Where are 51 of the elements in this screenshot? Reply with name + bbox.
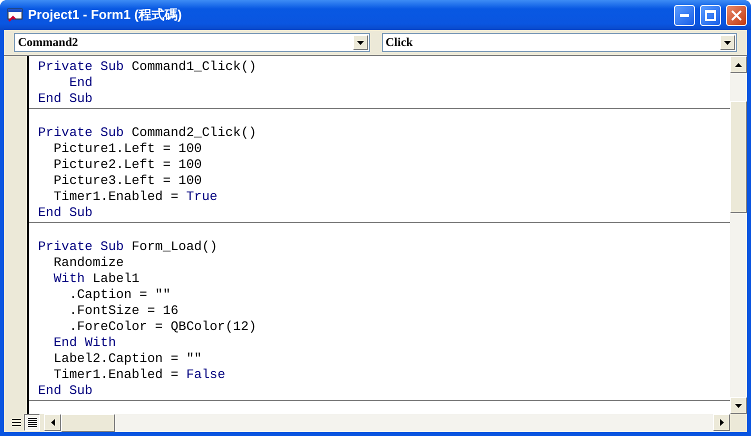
left-arrow-icon bbox=[50, 419, 54, 426]
code-line: Picture2.Left = 100 bbox=[52, 157, 202, 173]
object-dropdown[interactable]: Command2 bbox=[14, 33, 370, 52]
down-arrow-icon bbox=[724, 40, 731, 44]
code-line: End With bbox=[52, 335, 116, 351]
maximize-button[interactable] bbox=[700, 4, 721, 26]
minimize-icon bbox=[680, 14, 689, 16]
scroll-down-button[interactable] bbox=[730, 397, 747, 414]
code-line: End Sub bbox=[37, 383, 93, 399]
code-editor[interactable] bbox=[29, 56, 730, 414]
minimize-button[interactable] bbox=[674, 4, 695, 26]
lines-icon bbox=[28, 418, 36, 427]
close-button[interactable] bbox=[726, 4, 747, 26]
scroll-right-button[interactable] bbox=[713, 414, 730, 431]
code-line: End bbox=[68, 75, 93, 91]
code-line: End Sub bbox=[37, 91, 93, 107]
maximize-icon bbox=[705, 10, 716, 20]
code-line: Picture1.Left = 100 bbox=[52, 141, 202, 157]
combo-value: Command2 bbox=[17, 35, 80, 50]
code-line: End Sub bbox=[37, 205, 93, 221]
module-view-button[interactable] bbox=[24, 414, 40, 431]
code-line: Timer1.Enabled = False bbox=[52, 367, 226, 383]
code-line: .Caption = "" bbox=[68, 287, 171, 303]
combo-value: Click bbox=[384, 35, 414, 50]
code-line: Private Sub Form_Load() bbox=[37, 239, 218, 255]
dropdown-button[interactable] bbox=[720, 35, 735, 50]
procedure-dropdown[interactable]: Click bbox=[382, 33, 737, 52]
horizontal-scrollbar[interactable] bbox=[44, 414, 730, 432]
code-line: Timer1.Enabled = True bbox=[52, 189, 218, 205]
code-line: Private Sub Command2_Click() bbox=[37, 125, 256, 141]
code-line: With Label1 bbox=[52, 271, 140, 287]
code-line: Label2.Caption = "" bbox=[52, 351, 202, 367]
lines-icon bbox=[12, 419, 20, 426]
vertical-scrollbar[interactable] bbox=[730, 56, 747, 414]
down-arrow-icon bbox=[356, 40, 364, 44]
dropdown-button[interactable] bbox=[352, 35, 368, 50]
window-title: Project1 - Form1 (程式碼) bbox=[28, 6, 183, 24]
code-line: Private Sub Command1_Click() bbox=[37, 59, 256, 75]
scroll-thumb[interactable] bbox=[730, 101, 747, 213]
code-line: .ForeColor = QBColor(12) bbox=[68, 319, 256, 335]
code-line: .FontSize = 16 bbox=[68, 303, 178, 319]
close-icon bbox=[731, 10, 742, 20]
scroll-up-button[interactable] bbox=[730, 56, 747, 73]
right-arrow-icon bbox=[720, 419, 724, 426]
down-arrow-icon bbox=[735, 404, 742, 408]
scroll-thumb[interactable] bbox=[61, 414, 115, 432]
code-window-icon bbox=[7, 8, 23, 22]
code-line: Picture3.Left = 100 bbox=[52, 173, 202, 189]
scroll-left-button[interactable] bbox=[44, 414, 61, 431]
code-line: Randomize bbox=[52, 255, 124, 271]
up-arrow-icon bbox=[735, 62, 742, 66]
